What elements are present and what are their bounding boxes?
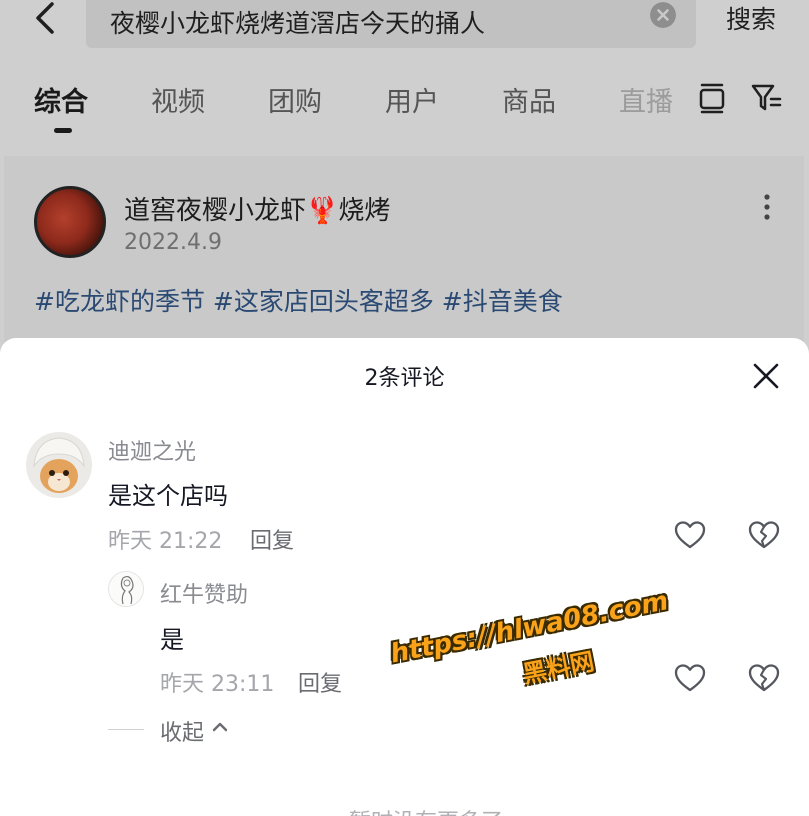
collapse-divider [108, 729, 144, 730]
heart-icon[interactable] [674, 663, 706, 693]
search-button[interactable]: 搜索 [726, 0, 776, 36]
back-icon[interactable] [28, 0, 68, 40]
clear-icon[interactable] [650, 2, 676, 28]
tab-live[interactable]: 直播 [619, 80, 673, 119]
comment-time: 昨天 21:22 [108, 529, 223, 554]
shop-avatar[interactable] [34, 186, 106, 258]
result-card[interactable]: 道窖夜樱小龙虾🦞烧烤 2022.4.9 #吃龙虾的季节 #这家店回头客超多 #抖… [4, 156, 804, 356]
comment-text[interactable]: 是这个店吗 [108, 476, 228, 511]
reply-text[interactable]: 是 [160, 620, 184, 655]
cat-avatar-image [26, 432, 92, 498]
reply-time: 昨天 23:11 [160, 672, 275, 697]
card-hashtags[interactable]: #吃龙虾的季节 #这家店回头客超多 #抖音美食 [34, 282, 563, 318]
card-title[interactable]: 道窖夜樱小龙虾🦞烧烤 [124, 190, 390, 227]
card-date: 2022.4.9 [124, 230, 222, 255]
chevron-up-icon[interactable] [211, 716, 229, 738]
search-query: 夜樱小龙虾烧烤道滘店今天的捅人 [110, 9, 486, 38]
tab-comprehensive[interactable]: 综合 [34, 80, 88, 119]
collapse-replies-button[interactable]: 收起 [160, 715, 204, 747]
tab-group-buy[interactable]: 团购 [268, 80, 322, 119]
search-bar: 夜樱小龙虾烧烤道滘店今天的捅人 搜索 [0, 0, 809, 56]
more-icon[interactable] [760, 192, 774, 222]
tab-video[interactable]: 视频 [151, 80, 205, 119]
broken-heart-icon[interactable] [748, 520, 780, 550]
tab-bar: 综合 视频 团购 用户 商品 直播 [0, 76, 809, 136]
sketch-avatar-image [109, 572, 143, 606]
tab-products[interactable]: 商品 [502, 80, 556, 119]
avatar[interactable] [108, 571, 144, 607]
reply-username[interactable]: 红牛赞助 [160, 577, 248, 609]
reply-button[interactable]: 回复 [250, 523, 294, 555]
layout-icon[interactable] [698, 82, 726, 114]
comment-username[interactable]: 迪迦之光 [108, 434, 196, 466]
active-tab-indicator [54, 128, 72, 133]
tab-users[interactable]: 用户 [385, 80, 439, 119]
filter-icon[interactable] [750, 82, 782, 114]
search-input[interactable]: 夜樱小龙虾烧烤道滘店今天的捅人 [86, 0, 696, 48]
watermark-text: 黑料网 [520, 647, 597, 689]
comment-sheet: 2条评论 迪迦之光 是这个店吗 昨天 21:22 回复 红牛赞助 是 昨天 23… [0, 338, 809, 816]
comment-count-title: 2条评论 [364, 366, 445, 391]
no-more-comments-text: — 暂时没有更多了 — [320, 804, 532, 816]
heart-icon[interactable] [674, 520, 706, 550]
avatar[interactable] [26, 432, 92, 498]
reply-button[interactable]: 回复 [298, 666, 342, 698]
close-icon[interactable] [752, 362, 780, 390]
broken-heart-icon[interactable] [748, 663, 780, 693]
